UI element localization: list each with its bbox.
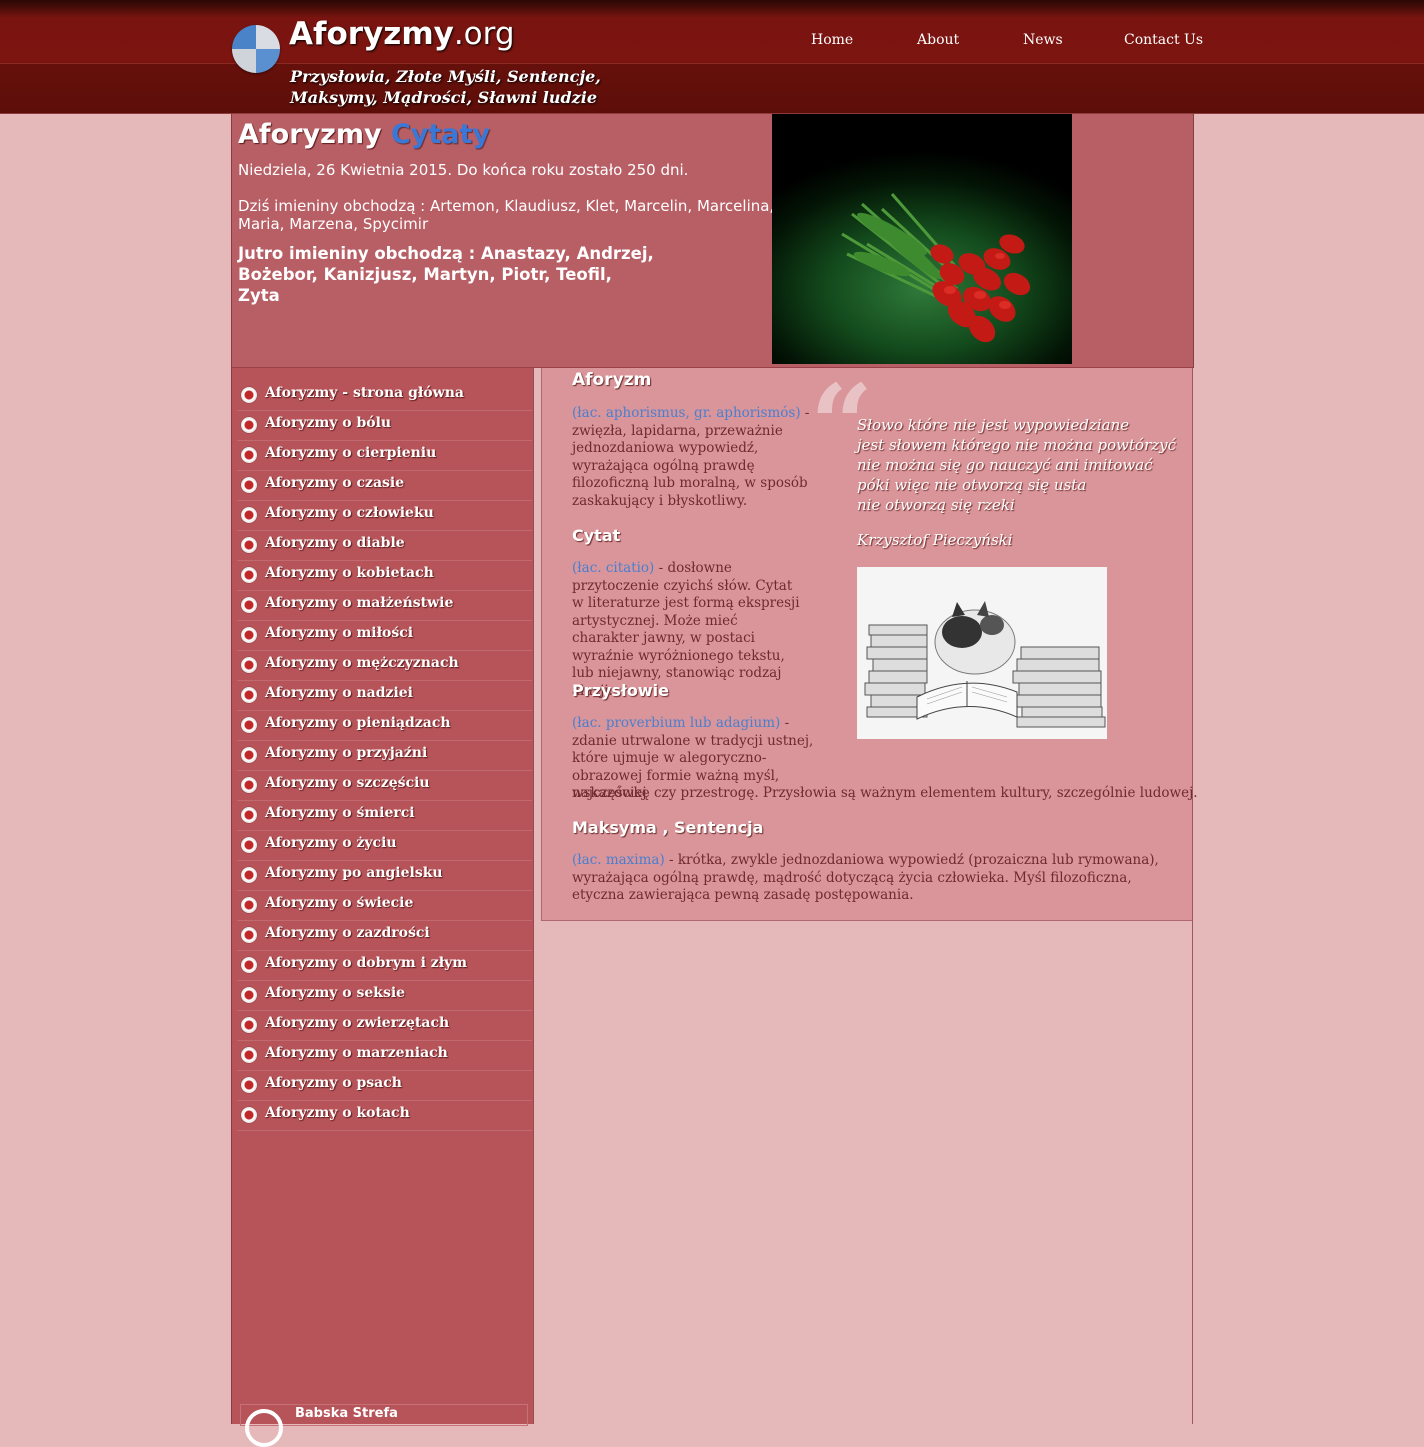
- sidebar-item[interactable]: Aforyzmy o cierpieniu: [237, 442, 532, 471]
- bullet-icon: [241, 597, 257, 613]
- bullet-icon: [241, 447, 257, 463]
- header-divider: [0, 63, 1424, 64]
- bullet-icon: [241, 957, 257, 973]
- sidebar-item[interactable]: Aforyzmy o małżeństwie: [237, 592, 532, 621]
- quote-author: Krzysztof Pieczyński: [857, 531, 1013, 549]
- bullet-icon: [241, 777, 257, 793]
- nav-contact-us[interactable]: Contact Us: [1124, 32, 1203, 48]
- featured-quote: Słowo które nie jest wypowiedziane jest …: [857, 416, 1177, 514]
- circle-icon: [245, 1409, 283, 1447]
- sidebar-item[interactable]: Aforyzmy o życiu: [237, 832, 532, 861]
- sidebar-item[interactable]: Aforyzmy o pieniądzach: [237, 712, 532, 741]
- bullet-icon: [241, 897, 257, 913]
- cat-books-image: [857, 567, 1107, 739]
- heading-cytat: Cytat: [572, 526, 621, 545]
- bullet-icon: [241, 837, 257, 853]
- sidebar-item[interactable]: Aforyzmy o seksie: [237, 982, 532, 1011]
- sidebar-footer-link[interactable]: Babska Strefa: [240, 1404, 528, 1447]
- names-tomorrow: Jutro imieniny obchodzą : Anastazy, Andr…: [238, 244, 654, 305]
- sidebar-item[interactable]: Aforyzmy o bólu: [237, 412, 532, 441]
- bullet-icon: [241, 567, 257, 583]
- nav-about[interactable]: About: [917, 32, 959, 48]
- sidebar-item[interactable]: Aforyzmy o kobietach: [237, 562, 532, 591]
- tulips-illustration: [841, 193, 1031, 343]
- sidebar-item[interactable]: Aforyzmy po angielsku: [237, 862, 532, 891]
- bullet-icon: [241, 807, 257, 823]
- bullet-icon: [241, 417, 257, 433]
- para-maksyma: (łac. maxima) - krótka, zwykle jednozdan…: [572, 852, 1159, 903]
- bullet-icon: [241, 507, 257, 523]
- bullet-icon: [241, 627, 257, 643]
- para-przyslowie-cont: wskazówkę czy przestrogę. Przysłowia są …: [572, 785, 1198, 801]
- bullet-icon: [241, 387, 257, 403]
- top-info-panel: Aforyzmy Cytaty Niedziela, 26 Kwietnia 2…: [231, 114, 1194, 368]
- sidebar-item[interactable]: Aforyzmy o miłości: [237, 622, 532, 651]
- sidebar-item[interactable]: Aforyzmy o nadziei: [237, 682, 532, 711]
- site-header: Aforyzmy.org Przysłowia, Złote Myśli, Se…: [0, 0, 1424, 114]
- sidebar-item[interactable]: Aforyzmy o szczęściu: [237, 772, 532, 801]
- bullet-icon: [241, 687, 257, 703]
- bullet-icon: [241, 987, 257, 1003]
- definitions-content: Aforyzm (łac. aphorismus, gr. aphorismós…: [541, 368, 1198, 921]
- bullet-icon: [241, 927, 257, 943]
- sidebar-item[interactable]: Aforyzmy o człowieku: [237, 502, 532, 531]
- cat-books-illustration: [857, 567, 1107, 739]
- sidebar-item[interactable]: Aforyzmy o psach: [237, 1072, 532, 1101]
- bullet-icon: [241, 867, 257, 883]
- sidebar-item[interactable]: Aforyzmy o czasie: [237, 472, 532, 501]
- para-aforyzm: (łac. aphorismus, gr. aphorismós) - zwię…: [572, 405, 810, 509]
- sidebar-item[interactable]: Aforyzmy o marzeniach: [237, 1042, 532, 1071]
- sidebar-item[interactable]: Aforyzmy o przyjaźni: [237, 742, 532, 771]
- heading-przyslowie: Przysłowie: [572, 681, 669, 700]
- tulips-image: [772, 114, 1072, 364]
- bullet-icon: [241, 1047, 257, 1063]
- names-today: Dziś imieniny obchodzą : Artemon, Klaudi…: [238, 197, 775, 233]
- bullet-icon: [241, 1107, 257, 1123]
- sidebar-item[interactable]: Aforyzmy o śmierci: [237, 802, 532, 831]
- date-line: Niedziela, 26 Kwietnia 2015. Do końca ro…: [238, 161, 689, 179]
- bullet-icon: [241, 657, 257, 673]
- nav-news[interactable]: News: [1023, 32, 1063, 48]
- sidebar-item[interactable]: Aforyzmy o dobrym i złym: [237, 952, 532, 981]
- sidebar-item[interactable]: Aforyzmy o świecie: [237, 892, 532, 921]
- sidebar-item[interactable]: Aforyzmy o kotach: [237, 1102, 532, 1131]
- bullet-icon: [241, 717, 257, 733]
- bullet-icon: [241, 1077, 257, 1093]
- sidebar: Aforyzmy - strona główna Aforyzmy o bólu…: [231, 368, 534, 1447]
- bullet-icon: [241, 477, 257, 493]
- sidebar-item[interactable]: Aforyzmy - strona główna: [237, 382, 532, 411]
- nav-home[interactable]: Home: [811, 32, 853, 48]
- sidebar-item[interactable]: Aforyzmy o diable: [237, 532, 532, 561]
- bullet-icon: [241, 537, 257, 553]
- sidebar-item[interactable]: Aforyzmy o zwierzętach: [237, 1012, 532, 1041]
- bullet-icon: [241, 1017, 257, 1033]
- heading-maksyma: Maksyma , Sentencja: [572, 818, 764, 837]
- sidebar-menu: Aforyzmy - strona główna Aforyzmy o bólu…: [237, 382, 532, 1132]
- sidebar-item[interactable]: Aforyzmy o mężczyznach: [237, 652, 532, 681]
- sidebar-item[interactable]: Aforyzmy o zazdrości: [237, 922, 532, 951]
- page-title: Aforyzmy Cytaty: [238, 119, 491, 150]
- heading-aforyzm: Aforyzm: [572, 370, 652, 390]
- site-tagline: Przysłowia, Złote Myśli, Sentencje, Maks…: [290, 67, 601, 107]
- main-nav: Home About News Contact Us: [0, 32, 1424, 52]
- para-cytat: (łac. citatio) - dosłowne przytoczenie c…: [572, 560, 800, 699]
- bullet-icon: [241, 747, 257, 763]
